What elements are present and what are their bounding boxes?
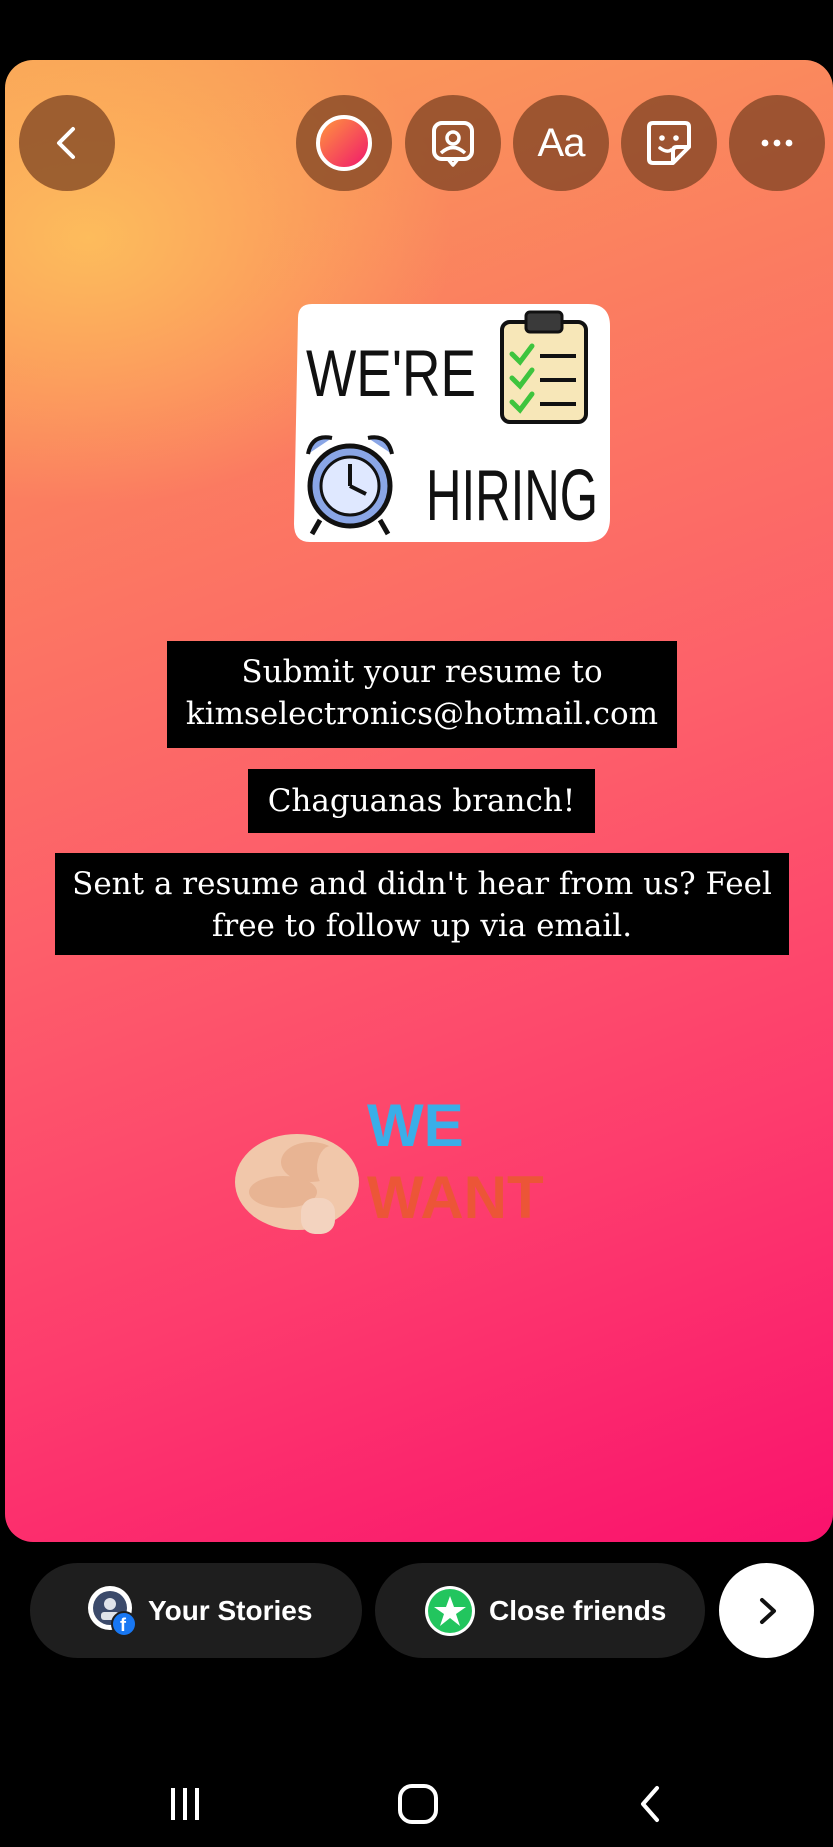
more-button[interactable] — [729, 95, 825, 191]
sticker-icon — [647, 121, 691, 165]
home-button[interactable] — [373, 1760, 463, 1847]
close-friends-label: Close friends — [489, 1594, 667, 1626]
mention-icon — [432, 121, 474, 167]
clipboard-icon — [500, 310, 588, 424]
followup-caption-line1: Sent a resume and didn't hear from us? F… — [72, 866, 772, 902]
branch-caption-text: Chaguanas branch! — [267, 783, 576, 819]
chevron-left-icon — [57, 127, 75, 159]
home-icon — [398, 1783, 438, 1824]
hiring-sticker-line1: WE'RE — [306, 336, 476, 410]
nav-back-button[interactable] — [605, 1760, 695, 1847]
resume-caption[interactable]: Submit your resume to kimselectronics@ho… — [167, 641, 677, 748]
mention-button[interactable] — [405, 95, 501, 191]
profile-avatar-icon: f — [88, 1585, 137, 1637]
want-sticker-line1: WE — [367, 1092, 464, 1159]
draw-color-icon — [316, 115, 372, 171]
were-hiring-sticker[interactable]: WE'RE HIRING — [288, 298, 623, 548]
close-friends-button[interactable]: Close friends — [375, 1563, 705, 1658]
we-want-sticker[interactable]: WE WANT — [225, 1090, 565, 1265]
your-stories-label: Your Stories — [148, 1594, 313, 1626]
your-stories-button[interactable]: f Your Stories — [30, 1563, 362, 1658]
hiring-sticker-line2: HIRING — [426, 456, 598, 536]
nav-back-icon — [641, 1785, 659, 1822]
close-friends-star-icon — [425, 1585, 475, 1636]
followup-caption[interactable]: Sent a resume and didn't hear from us? F… — [55, 853, 789, 955]
followup-caption-line2: free to follow up via email. — [211, 908, 633, 944]
system-nav-bar — [0, 1760, 833, 1847]
want-sticker-line2: WANT — [367, 1164, 544, 1231]
branch-caption[interactable]: Chaguanas branch! — [248, 769, 595, 833]
back-button[interactable] — [19, 95, 115, 191]
text-tool-label: Aa — [537, 120, 586, 165]
resume-caption-line2: kimselectronics@hotmail.com — [185, 696, 659, 732]
text-button[interactable]: Aa — [513, 95, 609, 191]
recents-icon — [171, 1787, 199, 1820]
svg-text:f: f — [120, 1615, 127, 1635]
next-button[interactable] — [719, 1563, 814, 1658]
more-icon — [761, 139, 793, 147]
draw-button[interactable] — [296, 95, 392, 191]
pointing-hand-icon — [235, 1134, 359, 1234]
chevron-right-icon — [759, 1597, 776, 1624]
resume-caption-line1: Submit your resume to — [241, 654, 603, 690]
sticker-button[interactable] — [621, 95, 717, 191]
recents-button[interactable] — [140, 1760, 230, 1847]
